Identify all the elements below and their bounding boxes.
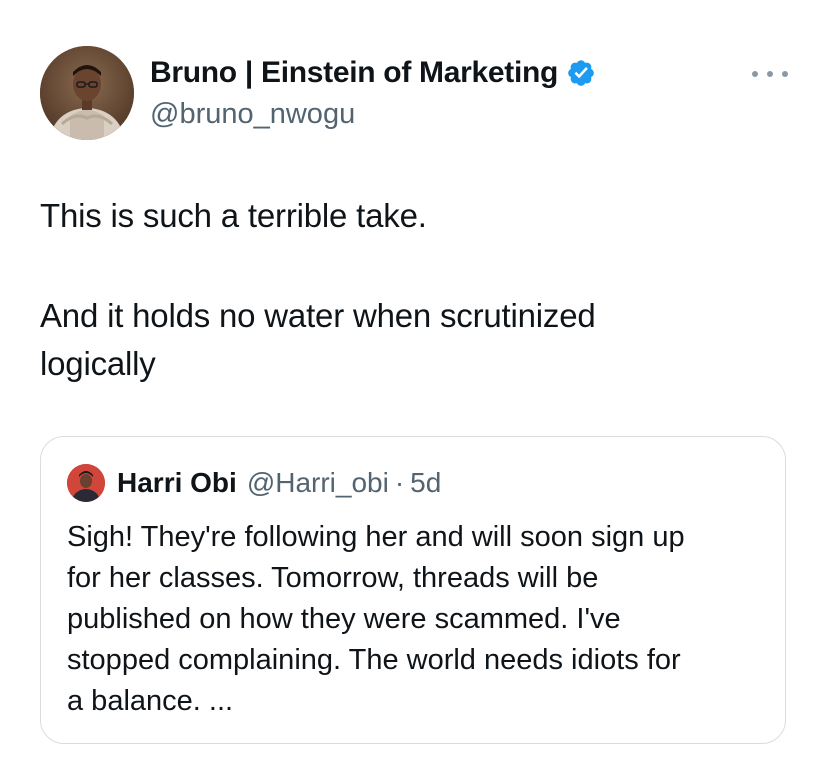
quote-header: Harri Obi @Harri_obi · 5d xyxy=(117,467,441,499)
ellipsis-dot xyxy=(767,71,773,77)
quote-text-line: for her classes. Tomorrow, threads will … xyxy=(67,562,599,594)
more-options-button[interactable] xyxy=(752,64,788,84)
ellipsis-dot xyxy=(782,71,788,77)
quote-text-line: a balance. ... xyxy=(67,685,234,717)
quote-author-handle[interactable]: @Harri_obi xyxy=(247,467,389,499)
quoted-tweet[interactable]: Harri Obi @Harri_obi · 5d Sigh! They're … xyxy=(40,436,786,744)
quote-text-line: stopped complaining. The world needs idi… xyxy=(67,644,681,676)
quote-author-name[interactable]: Harri Obi xyxy=(117,467,237,499)
quote-text-line: published on how they were scammed. I've xyxy=(67,603,621,635)
quote-timestamp[interactable]: 5d xyxy=(410,467,441,499)
tweet-card: Bruno | Einstein of Marketing @bruno_nwo… xyxy=(0,0,828,768)
tweet-text-line: logically xyxy=(40,345,156,382)
tweet-text-line: And it holds no water when scrutinized xyxy=(40,297,596,334)
author-avatar[interactable] xyxy=(40,46,134,140)
quote-profile-photo-icon xyxy=(67,464,105,502)
verified-badge-icon xyxy=(568,60,594,86)
ellipsis-dot xyxy=(752,71,758,77)
author-handle[interactable]: @bruno_nwogu xyxy=(150,98,355,131)
quote-text-line: Sigh! They're following her and will soo… xyxy=(67,521,685,553)
quote-author-avatar[interactable] xyxy=(67,464,105,502)
author-display-name[interactable]: Bruno | Einstein of Marketing xyxy=(150,56,596,90)
tweet-text-line: This is such a terrible take. xyxy=(40,197,427,234)
quote-separator: · xyxy=(394,467,405,498)
profile-photo-icon xyxy=(40,46,134,140)
author-name-text: Bruno | Einstein of Marketing xyxy=(150,56,559,89)
